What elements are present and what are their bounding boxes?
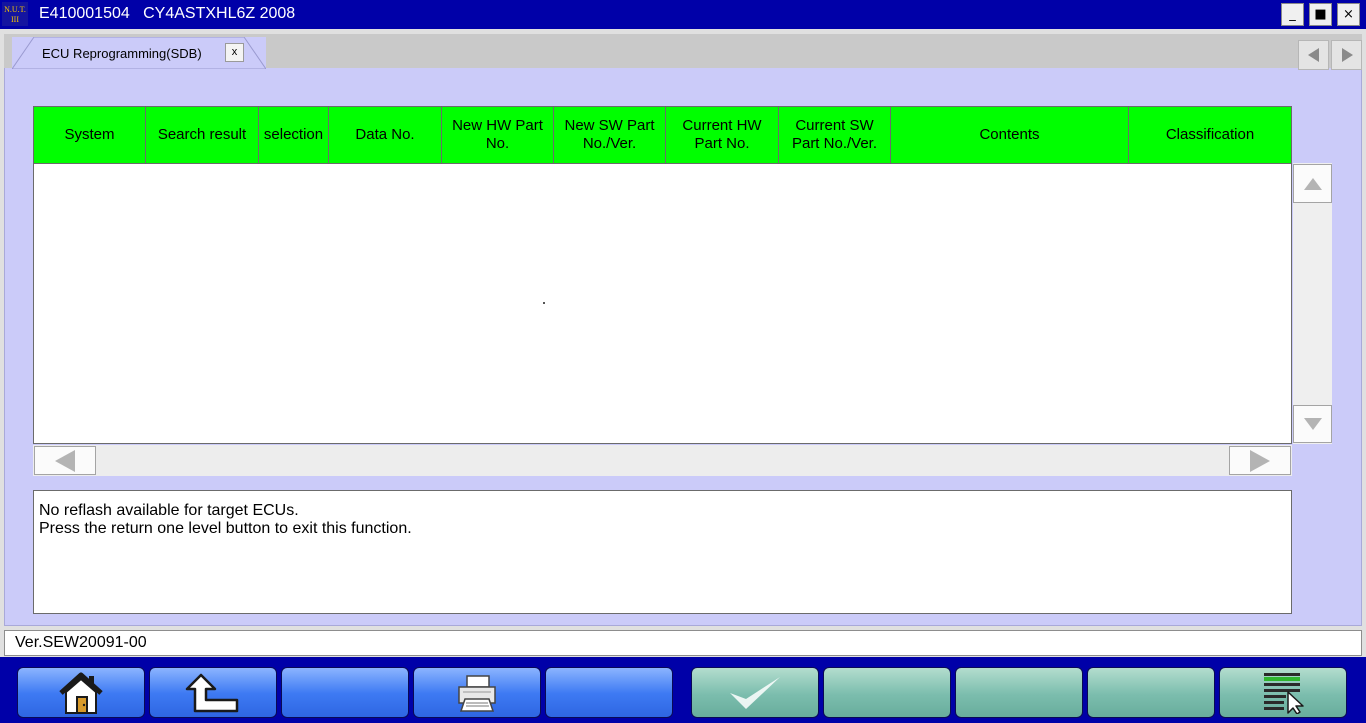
column-header-selection[interactable]: selection	[259, 107, 329, 163]
blank-button-3[interactable]	[281, 667, 409, 718]
tab-scroll-right-button[interactable]	[1331, 40, 1362, 70]
tab-ecu-reprogramming[interactable]: ECU Reprogramming(SDB) x	[12, 37, 266, 69]
column-header-new-hw-part-no[interactable]: New HW Part No.	[442, 107, 554, 163]
select-list-button[interactable]	[1219, 667, 1347, 718]
return-one-level-button[interactable]	[149, 667, 277, 718]
column-header-new-sw-part-no[interactable]: New SW Part No./Ver.	[554, 107, 666, 163]
app-logo-icon: N.U.T. III	[2, 2, 28, 26]
column-header-contents[interactable]: Contents	[891, 107, 1129, 163]
column-header-search-result[interactable]: Search result	[146, 107, 259, 163]
message-line: Press the return one level button to exi…	[39, 520, 412, 537]
list-cursor-icon	[1264, 672, 1304, 714]
message-line: No reflash available for target ECUs.	[39, 502, 299, 519]
tab-label: ECU Reprogramming(SDB)	[42, 46, 202, 61]
tab-close-button[interactable]: x	[225, 43, 244, 62]
arrow-left-icon	[1308, 48, 1319, 62]
home-button[interactable]	[17, 667, 145, 718]
arrow-left-icon	[55, 449, 75, 472]
tab-strip: ECU Reprogramming(SDB) x	[4, 34, 1362, 70]
scroll-left-button[interactable]	[34, 446, 96, 475]
blank-button-5[interactable]	[545, 667, 673, 718]
arrow-right-icon	[1342, 48, 1353, 62]
return-arrow-icon	[185, 673, 239, 712]
svg-text:III: III	[11, 15, 19, 24]
maximize-button[interactable]: ■	[1309, 3, 1332, 26]
home-icon	[59, 672, 103, 714]
scroll-right-button[interactable]	[1229, 446, 1291, 475]
scroll-down-button[interactable]	[1293, 405, 1332, 443]
checkmark-icon	[730, 676, 780, 709]
confirm-button[interactable]	[691, 667, 819, 718]
horizontal-scrollbar[interactable]	[33, 445, 1292, 476]
blank-button-9[interactable]	[1087, 667, 1215, 718]
minimize-button[interactable]: _	[1281, 3, 1304, 26]
results-table-body[interactable]	[33, 163, 1292, 444]
scroll-up-button[interactable]	[1293, 164, 1332, 203]
printer-icon	[458, 674, 496, 712]
column-header-system[interactable]: System	[34, 107, 146, 163]
column-header-data-no[interactable]: Data No.	[329, 107, 442, 163]
close-window-button[interactable]: ×	[1337, 3, 1360, 26]
column-header-current-hw-part-no[interactable]: Current HW Part No.	[666, 107, 779, 163]
arrow-down-icon	[1303, 418, 1322, 430]
print-button[interactable]	[413, 667, 541, 718]
blank-button-8[interactable]	[955, 667, 1083, 718]
column-header-current-sw-part-no[interactable]: Current SW Part No./Ver.	[779, 107, 891, 163]
results-table-header: System Search result selection Data No. …	[33, 106, 1292, 164]
arrow-right-icon	[1250, 449, 1270, 472]
bottom-toolbar	[0, 657, 1366, 723]
window-title: E410001504 CY4ASTXHL6Z 2008	[39, 5, 296, 22]
table-body-speck	[543, 302, 545, 304]
version-label: Ver.SEW20091-00	[4, 630, 1362, 656]
vertical-scrollbar[interactable]	[1293, 163, 1332, 444]
title-bar: N.U.T. III E410001504 CY4ASTXHL6Z 2008 _…	[0, 0, 1366, 29]
arrow-up-icon	[1303, 177, 1322, 190]
tab-scroll-left-button[interactable]	[1298, 40, 1329, 70]
message-box: No reflash available for target ECUs. Pr…	[33, 490, 1292, 614]
column-header-classification[interactable]: Classification	[1129, 107, 1291, 163]
blank-button-7[interactable]	[823, 667, 951, 718]
svg-text:N.U.T.: N.U.T.	[4, 5, 26, 14]
